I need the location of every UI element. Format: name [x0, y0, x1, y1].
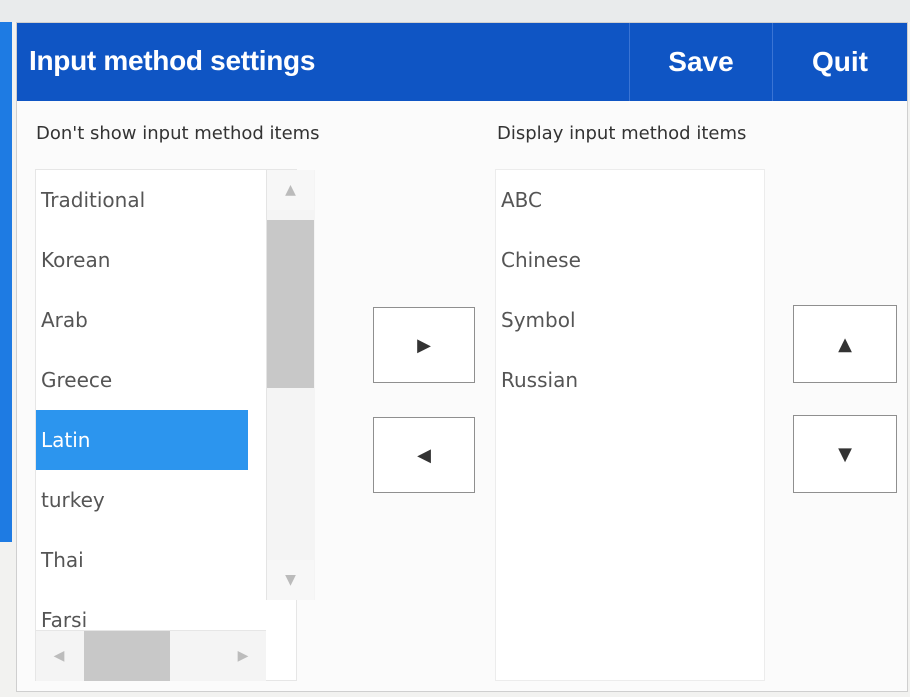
- horizontal-scroll-thumb[interactable]: [84, 631, 170, 681]
- list-item[interactable]: Symbol: [496, 290, 762, 350]
- hidden-items-list[interactable]: Traditional Korean Arab Greece Latin tur…: [35, 169, 315, 681]
- list-item[interactable]: Chinese: [496, 230, 762, 290]
- list-item[interactable]: Greece: [36, 350, 266, 410]
- list-item[interactable]: Traditional: [36, 170, 266, 230]
- triangle-up-icon: ▲: [838, 333, 852, 355]
- list-item[interactable]: Thai: [36, 530, 266, 590]
- move-down-button[interactable]: ▼: [793, 415, 897, 493]
- scroll-right-arrow-icon[interactable]: ▶: [220, 631, 266, 681]
- vertical-scroll-thumb[interactable]: [267, 220, 314, 388]
- list-item[interactable]: Arab: [36, 290, 266, 350]
- list-item[interactable]: turkey: [36, 470, 266, 530]
- vertical-scrollbar[interactable]: ▲ ▼: [266, 170, 315, 600]
- scroll-up-arrow-icon[interactable]: ▲: [267, 170, 314, 210]
- list-item[interactable]: Korean: [36, 230, 266, 290]
- scroll-down-arrow-icon[interactable]: ▼: [267, 560, 314, 600]
- list-item[interactable]: ABC: [496, 170, 762, 230]
- background-app-edge: [0, 22, 12, 542]
- move-to-display-button[interactable]: ▶: [373, 307, 475, 383]
- triangle-down-icon: ▼: [838, 443, 852, 465]
- triangle-right-icon: ▶: [417, 334, 431, 356]
- horizontal-scrollbar[interactable]: ◀ ▶: [36, 630, 266, 681]
- hidden-items-label: Don't show input method items: [36, 123, 320, 144]
- top-background-strip: [0, 0, 910, 22]
- displayed-items-label: Display input method items: [497, 123, 747, 144]
- quit-button[interactable]: Quit: [773, 23, 907, 101]
- triangle-left-icon: ◀: [417, 444, 431, 466]
- screen: Input method settings Save Quit Don't sh…: [0, 0, 910, 697]
- title-bar: Input method settings Save Quit: [17, 23, 907, 101]
- list-item[interactable]: Russian: [496, 350, 762, 410]
- displayed-items-list[interactable]: ABC Chinese Symbol Russian: [495, 169, 765, 681]
- scroll-left-arrow-icon[interactable]: ◀: [36, 631, 82, 681]
- move-up-button[interactable]: ▲: [793, 305, 897, 383]
- move-to-hidden-button[interactable]: ◀: [373, 417, 475, 493]
- save-button[interactable]: Save: [630, 23, 772, 101]
- list-item-selected[interactable]: Latin: [36, 410, 248, 470]
- window-title: Input method settings: [29, 45, 316, 76]
- input-method-settings-window: Input method settings Save Quit Don't sh…: [16, 22, 908, 692]
